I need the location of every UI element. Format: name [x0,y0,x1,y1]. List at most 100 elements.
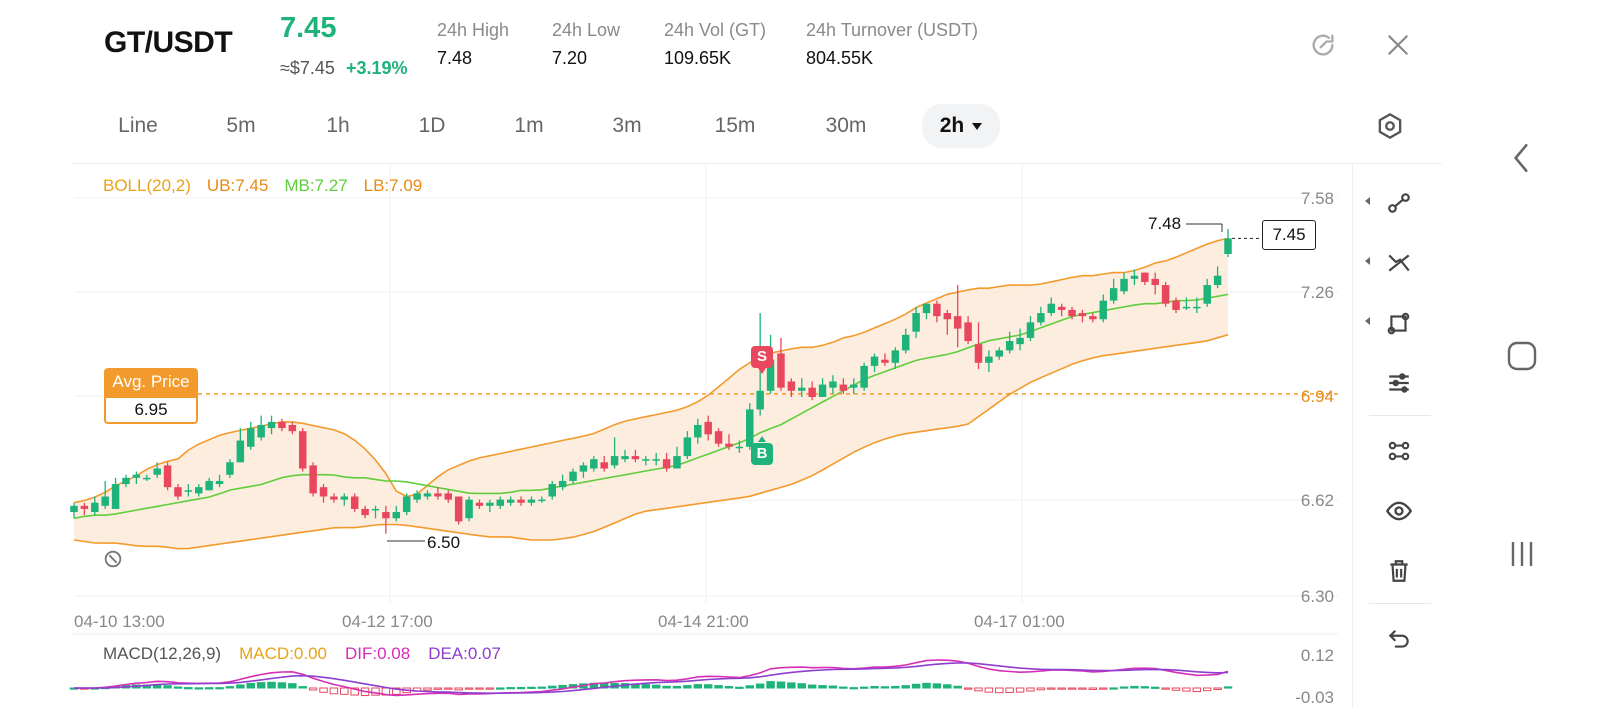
candle-body [205,480,213,491]
candle-body [1193,306,1201,309]
candle-body [1057,306,1066,310]
macd-histogram-bar [703,684,713,689]
macd-histogram-bar [828,685,838,689]
macd-value: MACD:0.00 [239,644,327,663]
macd-histogram-bar [839,686,848,689]
sell-marker[interactable]: S [751,346,773,368]
macd-histogram-bar [1099,687,1108,690]
macd-histogram-bar [1202,687,1212,692]
trash-icon[interactable] [1379,551,1419,591]
undo-icon[interactable] [1379,619,1419,659]
trend-line-tool-icon[interactable] [1379,183,1419,223]
macd-histogram-bar [1140,686,1150,689]
candle-body [590,459,598,469]
macd-histogram-bar [859,686,869,689]
macd-name: MACD(12,26,9) [103,644,222,663]
candle-body [278,421,286,429]
macd-histogram-bar [1182,687,1191,692]
macd-histogram-bar [215,687,224,690]
candle-body [642,459,650,461]
candle-body [423,493,432,497]
macd-histogram-bar [755,683,765,689]
avg-price-badge[interactable]: Avg. Price 6.95 [104,368,198,424]
macd-histogram-bar [672,685,682,689]
macd-histogram-bar [288,683,297,689]
candle-body [995,350,1004,357]
y-tick: 7.26 [1300,283,1334,302]
drawing-list-icon[interactable] [1379,431,1419,471]
boll-lb: LB:7.09 [363,176,423,195]
x-tick: 04-17 01:00 [974,612,1065,631]
boll-ub: UB:7.45 [206,176,269,195]
y-tick: 6.30 [1300,587,1334,606]
nav-back-icon[interactable] [1500,136,1544,180]
candle-body [964,322,972,342]
candle-body [111,484,120,509]
candle-body [777,353,785,388]
candle-body [631,456,640,460]
candle-body [257,424,265,438]
candle-body [600,462,608,469]
candle-body [1089,316,1097,320]
x-tick: 04-14 21:00 [658,612,749,631]
macd-y-tick: -0.03 [1295,688,1334,707]
candle-body [319,487,328,497]
candle-body [506,499,515,503]
candle-body [1078,313,1087,317]
macd-histogram-bar [537,686,547,689]
macd-histogram-bar [433,687,443,690]
x-tick: 04-10 13:00 [74,612,165,631]
candle-body [1172,300,1180,310]
macd-histogram-bar [1005,687,1014,693]
macd-histogram-bar [1036,687,1046,691]
candle-body [434,493,442,497]
candle-body [860,365,868,388]
candle-body [246,428,255,447]
candle-body [402,496,411,513]
macd-histogram-bar [651,684,661,689]
macd-histogram-bar [766,681,775,689]
macd-histogram-bar [225,686,235,689]
macd-legend: MACD(12,26,9) MACD:0.00 DIF:0.08 DEA:0.07 [103,644,519,664]
candle-body [371,508,380,511]
candle-body [340,496,349,500]
candle-body [1130,275,1139,279]
indicator-settings-icon[interactable] [1379,363,1419,403]
candle-body [694,424,702,438]
candle-body [1182,306,1191,309]
scroll-reset-icon[interactable] [102,548,124,570]
candle-body [881,359,889,363]
macd-histogram-bar [527,686,536,689]
candle-body [1016,337,1024,345]
candle-body [350,496,359,509]
expand-tool-icon [1365,257,1370,265]
macd-histogram-bar [1161,687,1170,690]
macd-histogram-bar [444,687,453,690]
boll-mb: MB:7.27 [284,176,348,195]
cross-line-tool-icon[interactable] [1379,243,1419,283]
macd-histogram-bar [329,687,339,695]
macd-histogram-bar [173,686,183,689]
nav-recents-icon[interactable] [1500,532,1544,576]
shape-tool-icon[interactable] [1379,303,1419,343]
candle-body [184,490,193,492]
candle-body [236,440,245,463]
macd-histogram-bar [547,685,557,689]
macd-histogram-bar [818,685,827,689]
candle-body [174,487,182,497]
macd-histogram-bar [1088,687,1098,691]
macd-histogram-bar [194,687,203,690]
candle-body [1005,341,1014,351]
macd-histogram-bar [204,687,214,690]
expand-tool-icon [1365,317,1370,325]
candle-body [91,502,99,513]
candle-body [267,421,276,429]
eye-icon[interactable] [1379,491,1419,531]
candle-body [226,462,234,475]
nav-home-icon[interactable] [1500,334,1544,378]
candle-body [163,465,172,488]
macd-histogram-bar [423,687,432,691]
macd-histogram-bar [1067,687,1077,690]
candle-body [1099,300,1107,320]
buy-marker[interactable]: B [751,443,773,465]
